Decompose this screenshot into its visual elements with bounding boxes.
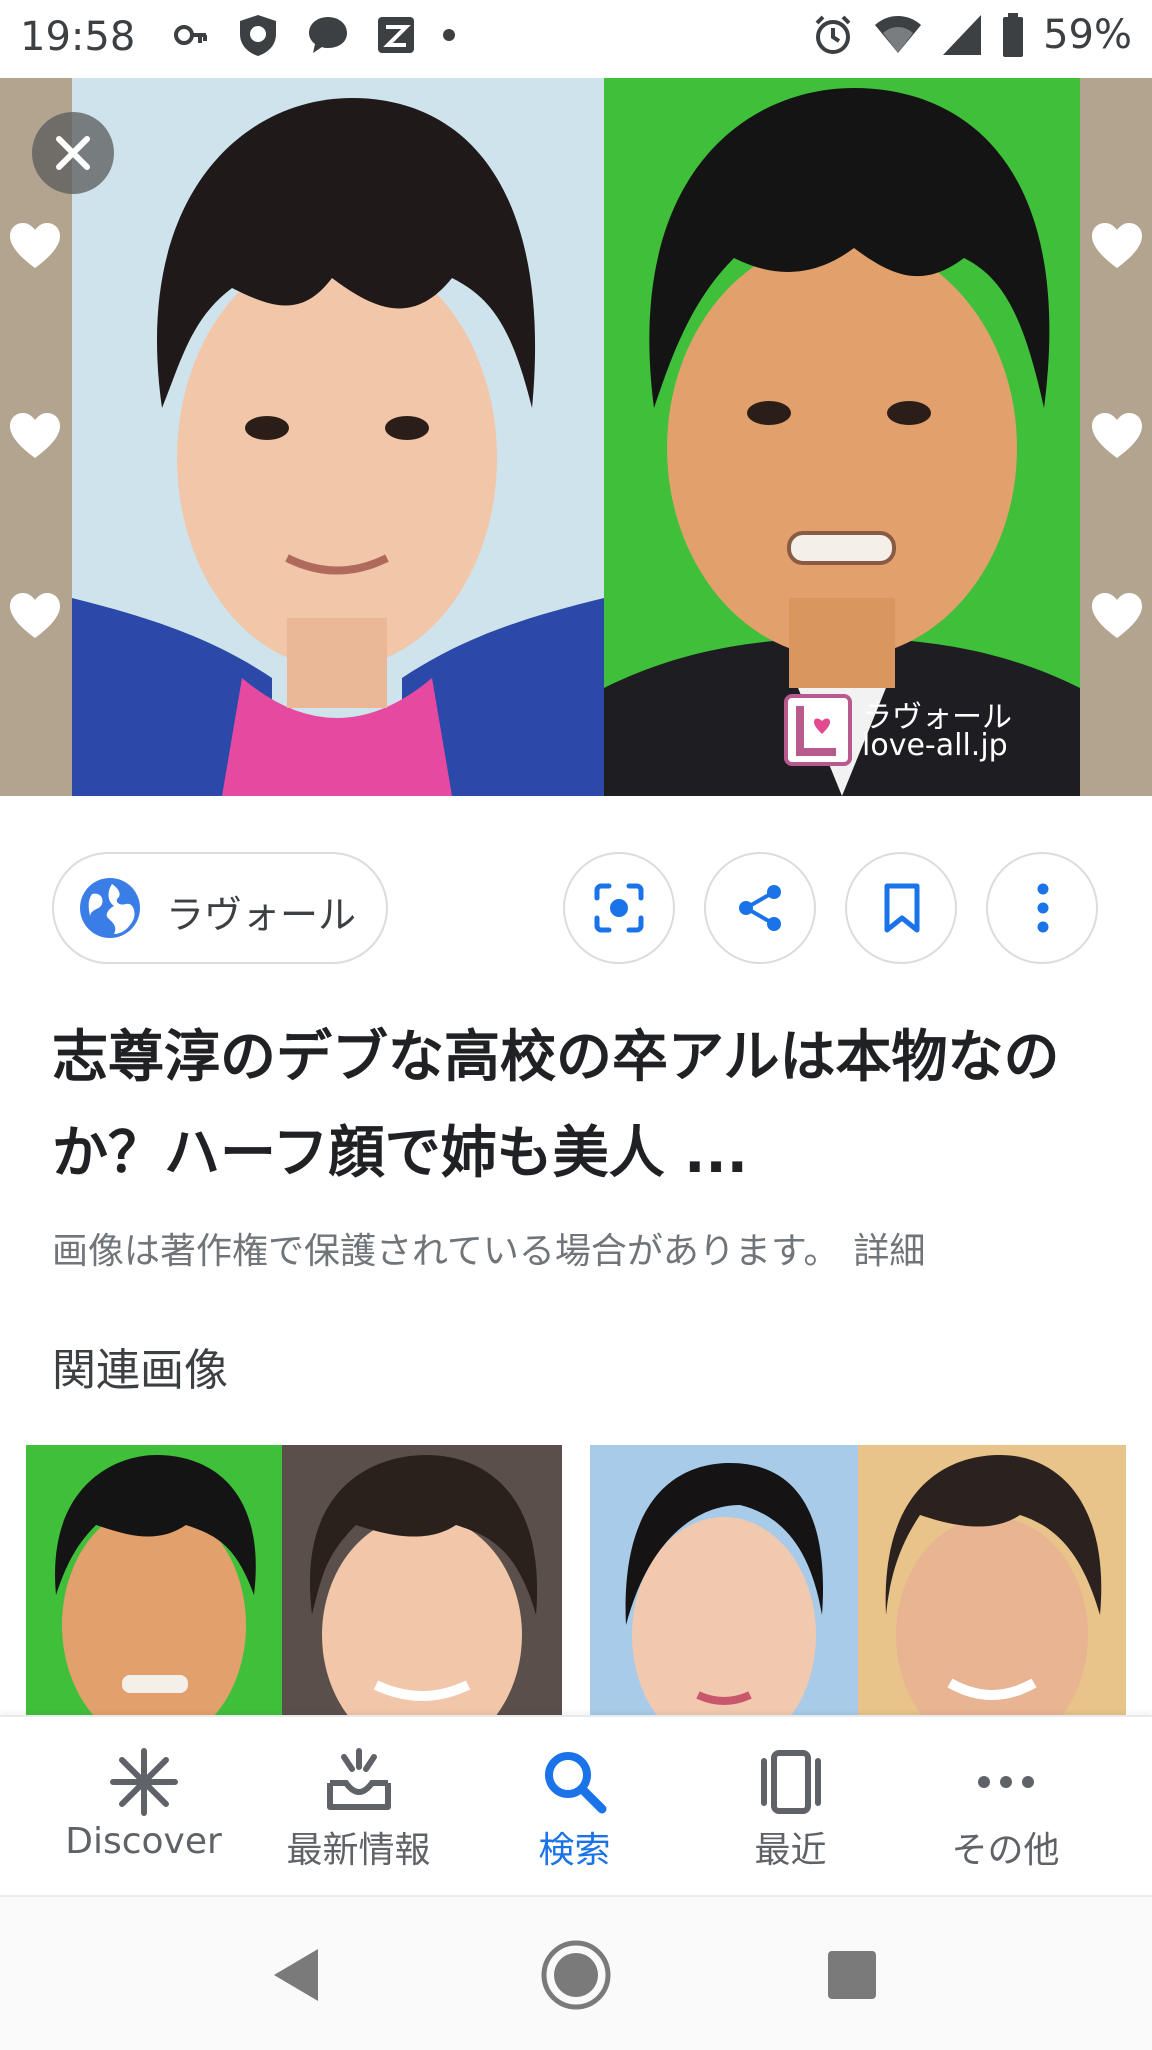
recents-icon[interactable] bbox=[826, 1949, 878, 2001]
lens-icon bbox=[594, 883, 644, 933]
status-bar: 19:58 59% bbox=[0, 0, 1152, 78]
nav-item-discover[interactable]: Discover bbox=[36, 1717, 251, 1897]
close-icon bbox=[56, 136, 90, 170]
chat-icon bbox=[309, 17, 347, 53]
nav-label-search: 検索 bbox=[538, 1830, 611, 1871]
shield-icon bbox=[240, 15, 276, 56]
watermark-text-url: love-all.jp bbox=[862, 728, 1008, 763]
hero-image[interactable]: ラヴォール love-all.jp bbox=[0, 78, 1152, 796]
bookmark-button[interactable] bbox=[845, 852, 957, 964]
notification-icons bbox=[170, 12, 456, 58]
related-image-thumbnail[interactable] bbox=[590, 1445, 1126, 1715]
heart-decoration-right bbox=[1092, 223, 1142, 638]
system-navigation-bar bbox=[0, 1895, 1152, 2050]
battery-percent: 59% bbox=[1043, 12, 1132, 58]
system-status: 59% bbox=[811, 12, 1132, 58]
alarm-icon bbox=[815, 15, 851, 54]
nav-item-search[interactable]: 検索 bbox=[467, 1717, 682, 1897]
share-button[interactable] bbox=[704, 852, 816, 964]
source-label: ラヴォール bbox=[166, 893, 357, 937]
discover-icon bbox=[109, 1748, 178, 1816]
related-images-heading: 関連画像 bbox=[52, 1345, 228, 1396]
detail-link[interactable]: 詳細 bbox=[853, 1231, 925, 1272]
nav-label-more: その他 bbox=[951, 1830, 1060, 1871]
signal-icon bbox=[943, 15, 982, 55]
more-options-button[interactable] bbox=[986, 852, 1098, 964]
nav-item-more[interactable]: その他 bbox=[898, 1717, 1113, 1897]
lens-button[interactable] bbox=[563, 852, 675, 964]
updates-icon bbox=[326, 1748, 391, 1810]
related-image-thumbnail[interactable] bbox=[26, 1445, 562, 1715]
nav-label-recent: 最近 bbox=[754, 1830, 827, 1871]
recent-icon bbox=[760, 1750, 821, 1814]
result-title[interactable]: 志尊淳のデブな高校の卒アルは本物なのか？ハーフ顔で姉も美人 ... bbox=[52, 1010, 1102, 1202]
dot-icon bbox=[443, 29, 455, 41]
hero-photo-right bbox=[604, 78, 1080, 796]
more-vert-icon bbox=[1037, 883, 1049, 933]
back-icon[interactable] bbox=[268, 1945, 324, 2005]
nav-label-discover: Discover bbox=[65, 1821, 222, 1862]
nav-item-recent[interactable]: 最近 bbox=[683, 1717, 898, 1897]
bookmark-icon bbox=[884, 883, 920, 933]
battery-icon bbox=[1003, 13, 1024, 57]
nav-label-updates: 最新情報 bbox=[286, 1830, 431, 1871]
search-icon bbox=[544, 1752, 606, 1814]
share-icon bbox=[739, 885, 781, 931]
wifi-icon bbox=[875, 16, 922, 53]
copyright-notice: 画像は著作権で保護されている場合があります。 詳細 bbox=[52, 1222, 925, 1274]
watermark: ラヴォール love-all.jp bbox=[782, 692, 1072, 772]
more-horiz-icon bbox=[977, 1776, 1034, 1788]
vpn-key-icon bbox=[174, 25, 207, 45]
sms-icon bbox=[378, 17, 414, 53]
copyright-text: 画像は著作権で保護されている場合があります。 bbox=[52, 1231, 840, 1272]
source-chip[interactable]: ラヴォール bbox=[52, 852, 388, 964]
bottom-navigation: Discover 最新情報 検索 最近 その他 bbox=[0, 1715, 1152, 1897]
nav-item-updates[interactable]: 最新情報 bbox=[251, 1717, 466, 1897]
heart-decoration-left bbox=[10, 223, 60, 638]
watermark-logo bbox=[784, 694, 852, 766]
status-time: 19:58 bbox=[20, 14, 136, 60]
home-icon[interactable] bbox=[540, 1939, 612, 2011]
hero-photo-left bbox=[72, 78, 604, 796]
globe-icon bbox=[80, 878, 140, 938]
close-button[interactable] bbox=[32, 112, 114, 194]
